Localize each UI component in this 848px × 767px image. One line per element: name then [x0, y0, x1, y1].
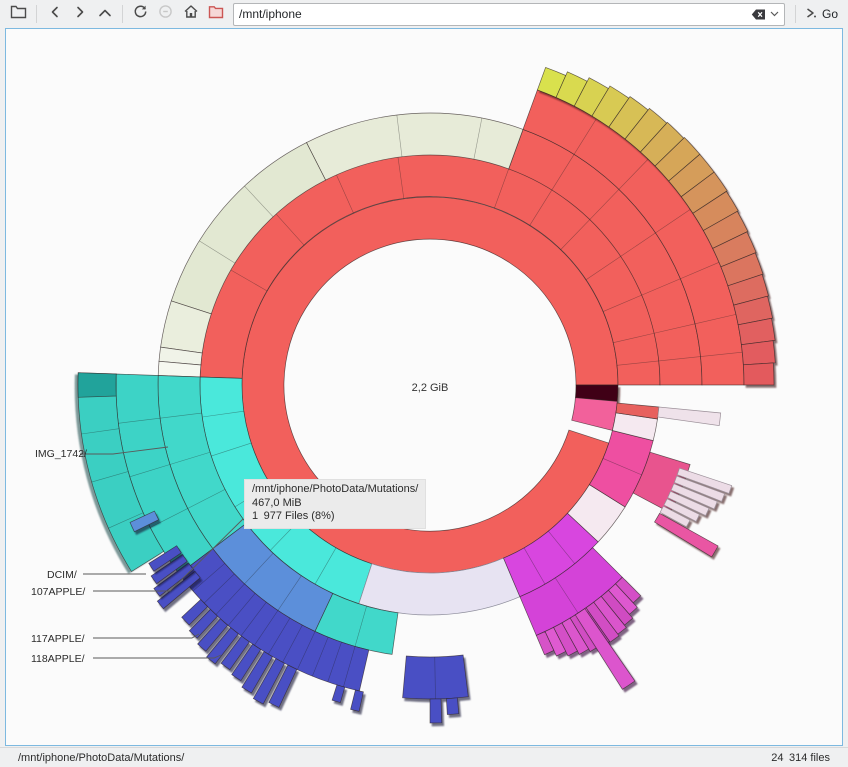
- tooltip-size: 467,0 MiB: [252, 497, 418, 511]
- total-size-label: 2,2 GiB: [355, 382, 505, 394]
- forward-button[interactable]: [67, 2, 92, 26]
- refresh-button[interactable]: [128, 2, 153, 26]
- tooltip-files: 1 977 Files (8%): [252, 510, 418, 524]
- map-dir-label: 118APPLE/: [31, 653, 85, 665]
- stop-button[interactable]: [153, 2, 178, 26]
- scan-folder-button[interactable]: [6, 2, 31, 26]
- map-dir-label: 117APPLE/: [31, 633, 85, 645]
- close-folder-button[interactable]: [203, 2, 228, 26]
- refresh-icon: [133, 4, 148, 24]
- map-dir-label: 107APPLE/: [31, 586, 85, 598]
- toolbar-separator: [122, 5, 123, 23]
- address-bar: [233, 3, 785, 26]
- chevron-up-icon: [98, 5, 112, 23]
- status-bar: /mnt/iphone/PhotoData/Mutations/ 24 314 …: [0, 747, 848, 767]
- chevron-left-icon: [49, 5, 61, 23]
- chevron-right-icon: [74, 5, 86, 23]
- go-label: Go: [822, 7, 838, 21]
- toolbar: Go: [0, 0, 848, 28]
- filelight-window: Go 2,2 GiB IMG_1742/DCIM/107APPLE/117APP…: [0, 0, 848, 767]
- home-button[interactable]: [178, 2, 203, 26]
- map-dir-label: IMG_1742/: [35, 448, 87, 460]
- go-button[interactable]: Go: [801, 7, 842, 22]
- red-folder-icon: [208, 5, 224, 24]
- status-path: /mnt/iphone/PhotoData/Mutations/: [18, 752, 184, 764]
- toolbar-separator: [795, 5, 796, 23]
- toolbar-separator: [36, 5, 37, 23]
- go-icon: [805, 7, 817, 22]
- clear-address-button[interactable]: [751, 9, 766, 20]
- map-tooltip: /mnt/iphone/PhotoData/Mutations/ 467,0 M…: [244, 479, 426, 529]
- up-button[interactable]: [92, 2, 117, 26]
- address-input[interactable]: [239, 7, 747, 21]
- tooltip-path: /mnt/iphone/PhotoData/Mutations/: [252, 483, 418, 497]
- map-dir-label: DCIM/: [47, 569, 77, 581]
- status-file-count: 24 314 files: [771, 752, 830, 764]
- home-icon: [183, 4, 199, 24]
- back-button[interactable]: [42, 2, 67, 26]
- stop-icon: [158, 4, 173, 24]
- folder-open-icon: [10, 4, 27, 24]
- address-dropdown-button[interactable]: [770, 11, 779, 17]
